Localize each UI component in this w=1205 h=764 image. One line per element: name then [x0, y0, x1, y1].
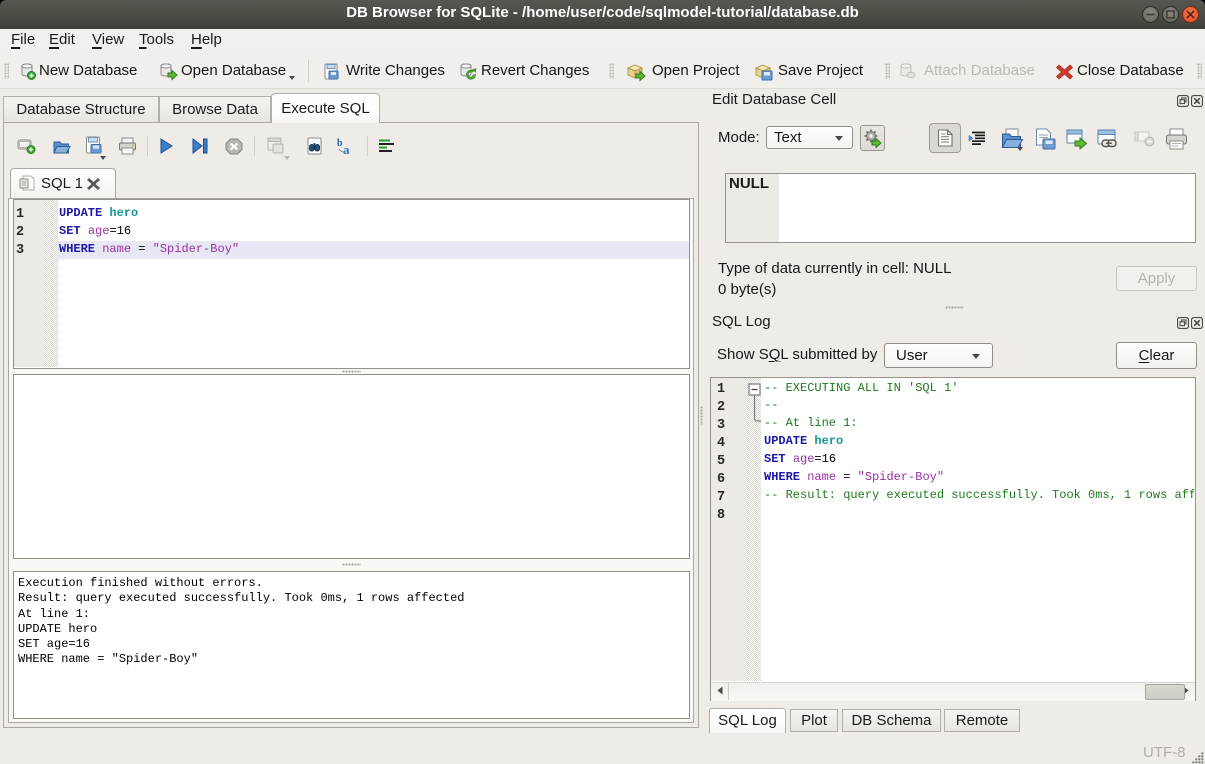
svg-text:a: a [343, 142, 350, 156]
